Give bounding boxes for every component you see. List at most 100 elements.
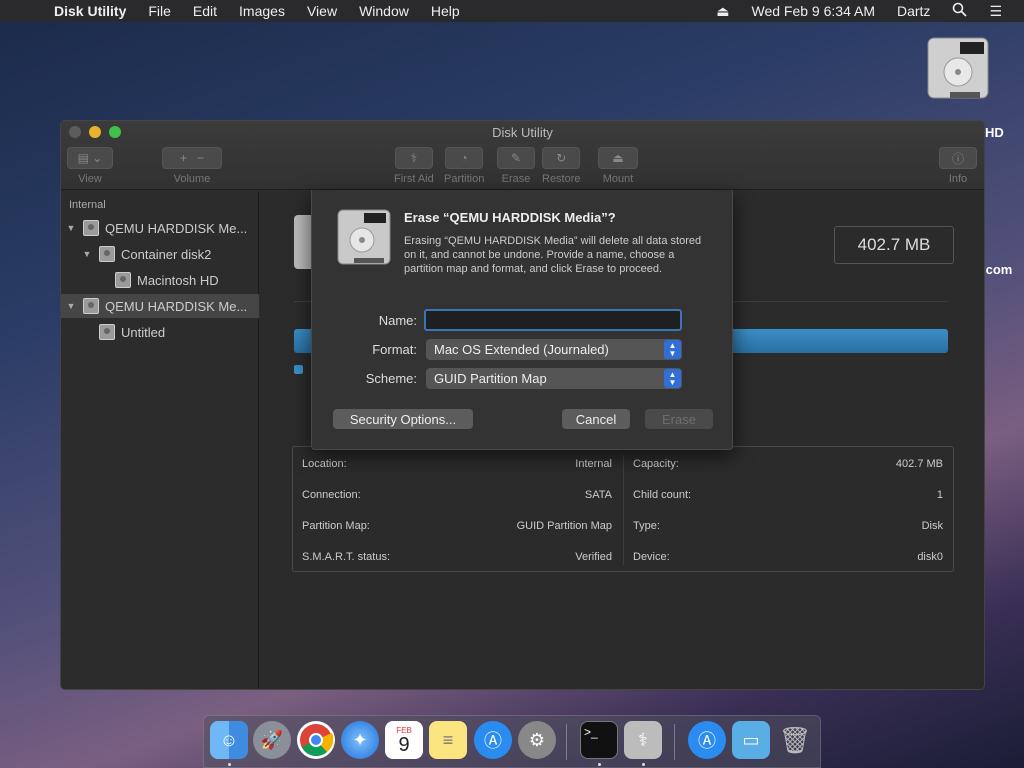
- info-label: Location:: [302, 458, 347, 470]
- disclosure-triangle-icon[interactable]: ▼: [65, 301, 77, 311]
- spotlight-search-icon[interactable]: [952, 2, 968, 20]
- menu-help[interactable]: Help: [431, 3, 460, 19]
- launchpad-rocket-icon[interactable]: 🚀: [253, 721, 291, 759]
- calendar-icon[interactable]: FEB 9: [385, 721, 423, 759]
- disclosure-triangle-icon[interactable]: ▼: [65, 223, 77, 233]
- desktop-disk-icon[interactable]: [920, 34, 996, 110]
- name-input[interactable]: [424, 309, 682, 331]
- info-value: SATA: [584, 489, 612, 501]
- select-arrows-icon: ▲ ▼: [664, 340, 681, 359]
- toolbar-info[interactable]: ⓘ Info: [939, 147, 977, 185]
- terminal-icon[interactable]: >_: [580, 721, 618, 759]
- hard-disk-icon: [99, 246, 115, 262]
- stethoscope-icon[interactable]: ⚕: [394, 147, 433, 169]
- sidebar-item-label: Macintosh HD: [137, 272, 219, 288]
- info-label: S.M.A.R.T. status:: [302, 551, 391, 563]
- sidebar-section-internal: Internal: [69, 199, 106, 211]
- toolbar-view[interactable]: ▤ ⌄ View: [67, 147, 113, 185]
- eject-icon[interactable]: ⏏: [716, 3, 729, 20]
- cancel-button[interactable]: Cancel: [562, 409, 630, 429]
- toolbar-erase[interactable]: ✎ Erase: [497, 147, 535, 185]
- partition-icon[interactable]: ◔: [445, 147, 484, 169]
- toolbar-first-aid-label: First Aid: [394, 173, 434, 185]
- toolbar-mount-label: Mount: [602, 173, 634, 185]
- notes-icon[interactable]: ≡: [429, 721, 467, 759]
- info-value: disk0: [917, 551, 943, 563]
- info-row-connection: Connection: SATA: [302, 489, 612, 501]
- window-titlebar: Disk Utility ▤ ⌄ View + − Volume ⚕ First…: [61, 121, 984, 190]
- toolbar-partition[interactable]: ◔ Partition: [444, 147, 484, 185]
- trash-icon[interactable]: 🗑: [776, 721, 814, 759]
- restore-icon[interactable]: ↻: [542, 147, 581, 169]
- info-label: Type:: [633, 520, 660, 532]
- disk-info-table: Location: Internal Connection: SATA Part…: [292, 446, 954, 572]
- scheme-select[interactable]: GUID Partition Map ▲ ▼: [426, 368, 682, 389]
- system-preferences-gear-icon[interactable]: ⚙: [518, 721, 556, 759]
- menu-window[interactable]: Window: [359, 3, 409, 19]
- dock: ☺ 🚀 ✦ FEB 9 ≡ Ⓐ ⚙ >_ ⚕ Ⓐ ▭ 🗑: [203, 715, 821, 768]
- erase-dialog: Erase “QEMU HARDDISK Media”? Erasing “QE…: [311, 190, 733, 450]
- toolbar-volume[interactable]: + − Volume: [162, 147, 222, 185]
- finder-icon[interactable]: ☺: [210, 721, 248, 759]
- info-label: Partition Map:: [302, 520, 370, 532]
- info-value: Disk: [921, 520, 943, 532]
- sidebar-item-label: Container disk2: [121, 246, 212, 262]
- info-row-smart-status: S.M.A.R.T. status: Verified: [302, 551, 612, 563]
- name-label: Name:: [378, 313, 417, 328]
- sidebar-item-container-disk2[interactable]: ▼ Container disk2: [61, 242, 259, 266]
- info-row-device: Device: disk0: [633, 551, 943, 563]
- sidebar-item-untitled[interactable]: Untitled: [61, 320, 259, 344]
- add-remove-volume-icon[interactable]: + −: [162, 147, 222, 169]
- disk-utility-icon[interactable]: ⚕: [624, 721, 662, 759]
- toolbar-partition-label: Partition: [444, 173, 485, 185]
- menu-user[interactable]: Dartz: [897, 3, 930, 19]
- menu-images[interactable]: Images: [239, 3, 285, 19]
- info-label: Connection:: [302, 489, 361, 501]
- format-select[interactable]: Mac OS Extended (Journaled) ▲ ▼: [426, 339, 682, 360]
- desktop-label-hd: HD: [985, 125, 1004, 140]
- toolbar-erase-label: Erase: [501, 173, 531, 185]
- window-title: Disk Utility: [492, 125, 553, 140]
- calendar-day: 9: [398, 733, 410, 756]
- sidebar-toggle-icon[interactable]: ▤ ⌄: [67, 147, 113, 169]
- sidebar-item-disk0[interactable]: ▼ QEMU HARDDISK Me...: [61, 216, 259, 240]
- dock-separator: [674, 724, 675, 760]
- app-store-icon[interactable]: Ⓐ: [474, 721, 512, 759]
- info-divider: [623, 455, 624, 565]
- info-value: GUID Partition Map: [516, 520, 612, 532]
- info-value: Verified: [575, 551, 612, 563]
- hard-disk-icon: [337, 209, 391, 265]
- chrome-icon[interactable]: [297, 721, 335, 759]
- menu-file[interactable]: File: [148, 3, 171, 19]
- erase-button[interactable]: Erase: [645, 409, 713, 429]
- disclosure-triangle-icon[interactable]: ▼: [81, 249, 93, 259]
- info-row-child-count: Child count: 1: [633, 489, 943, 501]
- menu-view[interactable]: View: [307, 3, 337, 19]
- desktop-label-com: .com: [982, 262, 1013, 277]
- info-icon[interactable]: ⓘ: [939, 147, 977, 169]
- sidebar: Internal ▼ QEMU HARDDISK Me... ▼ Contain…: [61, 191, 259, 689]
- info-label: Child count:: [633, 489, 692, 501]
- applications-folder-icon[interactable]: Ⓐ: [688, 721, 726, 759]
- toolbar-mount[interactable]: ⏏ Mount: [598, 147, 638, 185]
- format-label: Format:: [372, 342, 417, 357]
- menu-app-name[interactable]: Disk Utility: [54, 3, 126, 19]
- info-row-type: Type: Disk: [633, 520, 943, 532]
- sidebar-item-disk1-selected[interactable]: ▼ QEMU HARDDISK Me...: [61, 294, 259, 318]
- menu-clock[interactable]: Wed Feb 9 6:34 AM: [752, 3, 875, 19]
- mount-icon[interactable]: ⏏: [598, 147, 638, 169]
- notification-center-icon[interactable]: ☰: [989, 3, 1002, 20]
- info-row-partition-map: Partition Map: GUID Partition Map: [302, 520, 612, 532]
- menu-edit[interactable]: Edit: [193, 3, 217, 19]
- toolbar-restore[interactable]: ↻ Restore: [542, 147, 581, 185]
- sidebar-item-macintosh-hd[interactable]: Macintosh HD: [61, 268, 259, 292]
- erase-icon[interactable]: ✎: [497, 147, 535, 169]
- safari-compass-icon[interactable]: ✦: [341, 721, 379, 759]
- security-options-button[interactable]: Security Options...: [333, 409, 473, 429]
- legend-swatch: [294, 365, 303, 374]
- toolbar-first-aid[interactable]: ⚕ First Aid: [394, 147, 434, 185]
- scheme-selected-value: GUID Partition Map: [434, 371, 547, 386]
- hard-disk-icon: [115, 272, 131, 288]
- info-value: Internal: [575, 458, 612, 470]
- downloads-folder-icon[interactable]: ▭: [732, 721, 770, 759]
